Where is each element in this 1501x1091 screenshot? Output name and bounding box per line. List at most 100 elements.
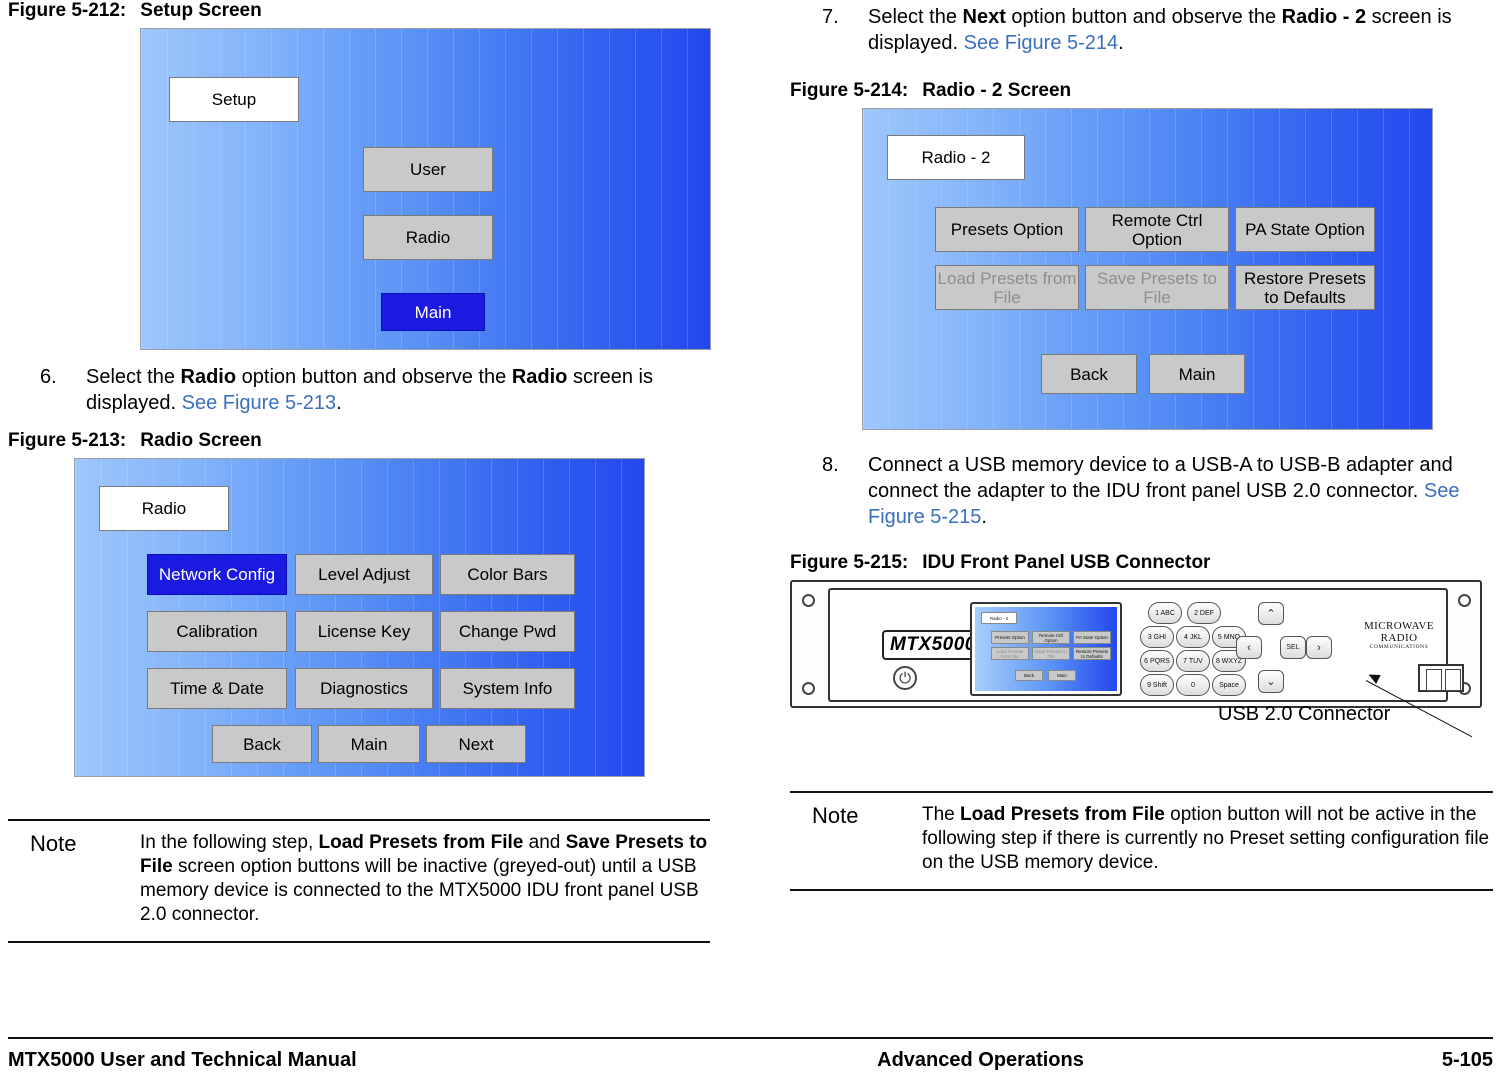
idu-display-save-presets-to-file[interactable]: Save Presets to File — [1032, 647, 1070, 660]
figure-5-212-title: Setup Screen — [140, 0, 262, 21]
note-right-label: Note — [812, 803, 859, 828]
radio-2-back-button[interactable]: Back — [1041, 354, 1137, 394]
nav-up-icon[interactable]: ⌃ — [1258, 602, 1284, 625]
footer-section-title: Advanced Operations — [877, 1049, 1084, 1071]
figure-5-215-number: Figure 5-215: — [790, 552, 909, 573]
right-column: 7. Select the Next option button and obs… — [790, 0, 1493, 891]
step-7-text-1: Select the — [868, 6, 963, 28]
radio-screen-title: Radio — [99, 486, 229, 531]
note-left-text-2: and — [523, 832, 566, 853]
radio-change-pwd-button[interactable]: Change Pwd — [440, 611, 575, 652]
step-7-crossref-link[interactable]: See Figure 5-214 — [964, 32, 1119, 54]
step-7: 7. Select the Next option button and obs… — [790, 4, 1493, 56]
nav-select-button[interactable]: SEL — [1280, 636, 1306, 659]
figure-5-215-title: IDU Front Panel USB Connector — [922, 552, 1211, 573]
idu-display-main[interactable]: Main — [1048, 670, 1076, 681]
keypad-key-0[interactable]: 0 — [1176, 674, 1210, 696]
figure-5-214-caption: Figure 5-214: Radio - 2 Screen — [790, 80, 1493, 102]
radio-calibration-button[interactable]: Calibration — [147, 611, 287, 652]
power-button-icon[interactable]: ⏻ — [893, 666, 917, 690]
idu-display-screen: Radio - 2 Presets Option Remote Ctrl Opt… — [970, 602, 1122, 696]
keypad-key-space[interactable]: Space — [1212, 674, 1246, 696]
setup-user-button[interactable]: User — [363, 147, 493, 192]
note-left-text-1: In the following step, — [140, 832, 319, 853]
idu-display-background: Radio - 2 Presets Option Remote Ctrl Opt… — [975, 607, 1117, 691]
step-8-text: Connect a USB memory device to a USB-A t… — [868, 452, 1493, 530]
nav-left-icon[interactable]: ‹ — [1236, 636, 1262, 659]
radio-time-date-button[interactable]: Time & Date — [147, 668, 287, 709]
rack-hole-icon — [802, 594, 815, 607]
radio-2-remote-ctrl-option-button[interactable]: Remote Ctrl Option — [1085, 207, 1229, 252]
idu-display-restore-presets-to-defaults[interactable]: Restore Presets to Defaults — [1073, 647, 1111, 660]
radio-2-restore-presets-to-defaults-button[interactable]: Restore Presets to Defaults — [1235, 265, 1375, 310]
setup-screen-title: Setup — [169, 77, 299, 122]
radio-license-key-button[interactable]: License Key — [295, 611, 433, 652]
radio-network-config-button[interactable]: Network Config — [147, 554, 287, 595]
note-left-body: In the following step, Load Presets from… — [140, 831, 710, 927]
idu-display-load-presets-from-file[interactable]: Load Presets from File — [991, 647, 1029, 660]
setup-main-button[interactable]: Main — [381, 293, 485, 331]
idu-display-pa-state-option[interactable]: PA State Option — [1073, 631, 1111, 644]
idu-display-presets-option[interactable]: Presets Option — [991, 631, 1029, 644]
note-left: Note In the following step, Load Presets… — [8, 819, 710, 943]
radio-next-button[interactable]: Next — [426, 725, 526, 763]
radio-2-main-button[interactable]: Main — [1149, 354, 1245, 394]
keypad-key-1abc[interactable]: 1 ABC — [1148, 602, 1182, 624]
step-7-text: Select the Next option button and observ… — [868, 4, 1493, 56]
nav-right-icon[interactable]: › — [1306, 636, 1332, 659]
nav-down-icon[interactable]: ⌄ — [1258, 670, 1284, 693]
keypad-key-9shift[interactable]: 9 Shift — [1140, 674, 1174, 696]
radio-main-button[interactable]: Main — [318, 725, 420, 763]
figure-5-215-caption: Figure 5-215: IDU Front Panel USB Connect… — [790, 552, 1493, 574]
radio-diagnostics-button[interactable]: Diagnostics — [295, 668, 433, 709]
radio-back-button[interactable]: Back — [212, 725, 312, 763]
note-right-body: The Load Presets from File option button… — [922, 803, 1493, 875]
radio-2-screen-mock: Radio - 2 Presets Option Remote Ctrl Opt… — [862, 108, 1433, 430]
rack-hole-icon — [1458, 594, 1471, 607]
keypad-key-7tuv[interactable]: 7 TUV — [1176, 650, 1210, 672]
keypad-key-4jkl[interactable]: 4 JKL — [1176, 626, 1210, 648]
note-right-text-1: The — [922, 804, 961, 825]
note-left-bold-1: Load Presets from File — [318, 832, 524, 853]
step-6-text-2: option button and observe the — [236, 366, 512, 388]
step-7-number: 7. — [822, 6, 839, 28]
step-7-bold-1: Next — [962, 6, 1006, 28]
setup-radio-button[interactable]: Radio — [363, 215, 493, 260]
idu-display-remote-ctrl-option[interactable]: Remote Ctrl Option — [1032, 631, 1070, 644]
step-7-bold-2: Radio - 2 — [1281, 6, 1367, 28]
radio-2-load-presets-from-file-button[interactable]: Load Presets from File — [935, 265, 1079, 310]
note-right-bold-1: Load Presets from File — [960, 804, 1165, 825]
brand-logo-main: MICROWAVE RADIO — [1363, 620, 1434, 644]
step-6-bold-1: Radio — [180, 366, 237, 388]
step-7-text-2: option button and observe the — [1005, 6, 1282, 28]
radio-2-save-presets-to-file-button[interactable]: Save Presets to File — [1085, 265, 1229, 310]
radio-2-pa-state-option-button[interactable]: PA State Option — [1235, 207, 1375, 252]
rack-hole-icon — [802, 682, 815, 695]
radio-2-presets-option-button[interactable]: Presets Option — [935, 207, 1079, 252]
note-left-label: Note — [30, 831, 77, 856]
setup-screen-mock: Setup User Radio Main — [140, 28, 711, 350]
step-6-text-4: . — [336, 392, 342, 414]
step-6-text-1: Select the — [86, 366, 181, 388]
note-right: Note The Load Presets from File option b… — [790, 791, 1493, 891]
figure-5-214-title: Radio - 2 Screen — [922, 80, 1072, 101]
idu-keypad: 1 ABC 2 DEF 3 GHI 4 JKL 5 MNO 6 PQRS 7 T… — [1140, 600, 1340, 700]
idu-front-panel-figure: MTX5000 ⏻ Radio - 2 Presets Option Remot… — [790, 580, 1493, 738]
radio-system-info-button[interactable]: System Info — [440, 668, 575, 709]
step-8-number: 8. — [822, 454, 839, 476]
figure-5-213-caption: Figure 5-213: Radio Screen — [8, 430, 718, 452]
footer-page-number: 5-105 — [1441, 1049, 1493, 1071]
footer-manual-title: MTX5000 User and Technical Manual — [8, 1049, 357, 1071]
radio-color-bars-button[interactable]: Color Bars — [440, 554, 575, 595]
idu-display-back[interactable]: Back — [1015, 670, 1043, 681]
idu-display-title: Radio - 2 — [981, 612, 1017, 624]
keypad-key-6pqrs[interactable]: 6 PQRS — [1140, 650, 1174, 672]
left-column: Figure 5-212: Setup Screen Setup User Rad… — [8, 0, 718, 943]
radio-level-adjust-button[interactable]: Level Adjust — [295, 554, 433, 595]
figure-5-213-title: Radio Screen — [140, 430, 262, 451]
step-6-crossref-link[interactable]: See Figure 5-213 — [182, 392, 337, 414]
manual-page: Figure 5-212: Setup Screen Setup User Rad… — [0, 0, 1501, 1091]
keypad-key-3ghi[interactable]: 3 GHI — [1140, 626, 1174, 648]
keypad-key-2def[interactable]: 2 DEF — [1187, 602, 1221, 624]
step-6: 6. Select the Radio option button and ob… — [8, 364, 718, 416]
